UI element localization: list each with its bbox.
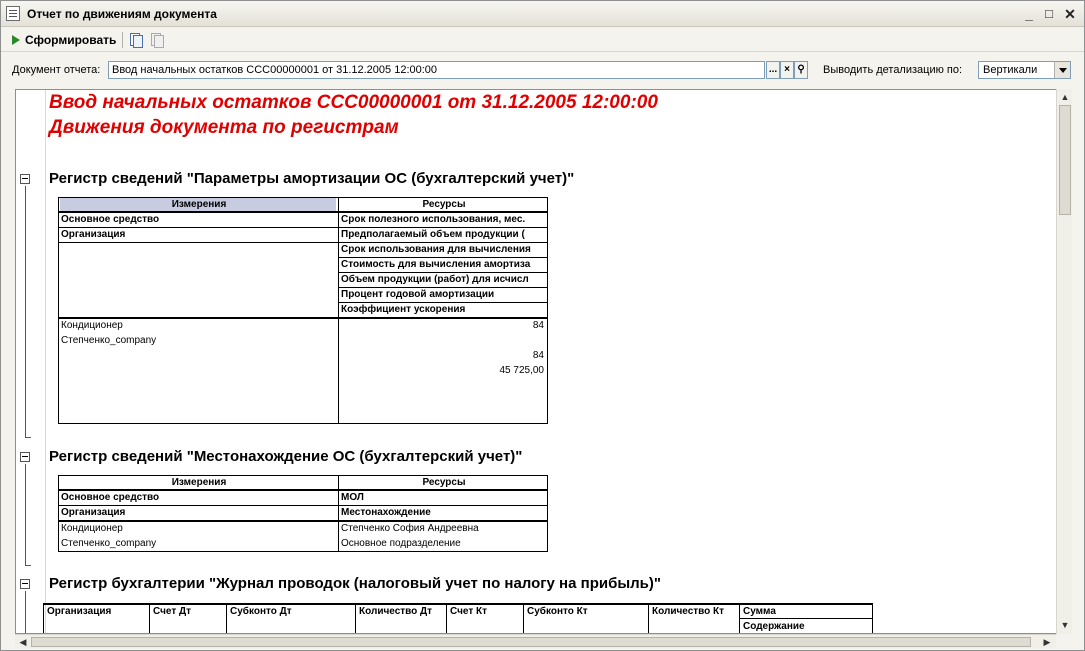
collapse-group-2-icon[interactable] xyxy=(20,452,30,462)
resource-value: Основное подразделение xyxy=(341,538,461,549)
toolbar-separator xyxy=(122,32,123,48)
search-icon: ⚲ xyxy=(797,64,805,75)
refresh-document-icon[interactable] xyxy=(128,32,144,48)
resource-label: Процент годовой амортизации xyxy=(341,289,495,300)
dim-value: Кондиционер xyxy=(61,523,123,534)
open-document-button[interactable]: ⚲ xyxy=(794,61,808,79)
section-1-title: Регистр сведений "Параметры амортизации … xyxy=(49,170,575,187)
column-header: Содержание xyxy=(743,621,805,632)
select-document-button[interactable]: ... xyxy=(766,61,780,79)
resource-label: Стоимость для вычисления амортиза xyxy=(341,259,531,270)
detail-select[interactable]: Вертикали xyxy=(978,61,1071,79)
grouping-gutter xyxy=(16,90,46,633)
dim-label: Организация xyxy=(61,507,126,518)
column-header: Субконто Кт xyxy=(527,606,588,617)
resource-label: МОЛ xyxy=(341,492,364,503)
report-area: Ввод начальных остатков ССС00000001 от 3… xyxy=(15,89,1072,634)
horizontal-scroll-thumb[interactable] xyxy=(31,637,1031,647)
collapse-group-1-icon[interactable] xyxy=(20,174,30,184)
detail-label: Выводить детализацию по: xyxy=(823,64,963,76)
window-title: Отчет по движениям документа xyxy=(27,7,217,21)
clear-document-button[interactable]: × xyxy=(780,61,794,79)
section-3-title: Регистр бухгалтерии "Журнал проводок (на… xyxy=(49,575,662,592)
column-header: Количество Кт xyxy=(652,606,725,617)
document-label: Документ отчета: xyxy=(12,64,101,76)
column-header: Субконто Дт xyxy=(230,606,292,617)
minimize-button[interactable]: _ xyxy=(1021,6,1037,22)
resource-value: 84 xyxy=(532,350,544,361)
report-title: Ввод начальных остатков ССС00000001 от 3… xyxy=(49,92,658,113)
resource-value: 84 xyxy=(532,320,544,331)
title-bar: Отчет по движениям документа _ □ ✕ xyxy=(1,1,1084,27)
column-header: Количество Дт xyxy=(359,606,433,617)
resource-label: Предполагаемый объем продукции ( xyxy=(341,229,525,240)
column-header: Сумма xyxy=(743,606,776,617)
column-header: Организация xyxy=(47,606,112,617)
resource-value: Степченко София Андреевна xyxy=(341,523,479,534)
dim-value: Степченко_company xyxy=(61,335,157,346)
dim-label: Основное средство xyxy=(61,492,160,503)
parameters-row: Документ отчета: Ввод начальных остатков… xyxy=(1,59,1084,81)
resource-label: Объем продукции (работ) для исчисл xyxy=(341,274,529,285)
scroll-left-icon[interactable]: ◀ xyxy=(16,635,30,649)
chevron-down-icon[interactable] xyxy=(1054,62,1070,78)
resource-label: Коэффициент ускорения xyxy=(341,304,466,315)
scroll-up-icon[interactable]: ▲ xyxy=(1058,90,1072,104)
vertical-scrollbar[interactable]: ▲ ▼ xyxy=(1056,89,1072,634)
resource-label: Срок полезного использования, мес. xyxy=(341,214,526,225)
vertical-scroll-thumb[interactable] xyxy=(1059,105,1071,215)
maximize-button[interactable]: □ xyxy=(1041,6,1057,22)
generate-report-button[interactable]: Сформировать xyxy=(7,31,120,49)
resource-label: Срок использования для вычисления xyxy=(341,244,531,255)
column-header: Счет Кт xyxy=(450,606,488,617)
dim-value: Степченко_company xyxy=(61,538,157,549)
collapse-group-3-icon[interactable] xyxy=(20,579,30,589)
copy-document-icon xyxy=(149,32,165,48)
horizontal-scrollbar[interactable]: ◀ ▶ xyxy=(15,634,1056,648)
detail-select-value: Вертикали xyxy=(983,64,1038,76)
dim-label: Основное средство xyxy=(61,214,160,225)
scroll-down-icon[interactable]: ▼ xyxy=(1058,618,1072,632)
dims-header: Измерения xyxy=(60,198,336,211)
dim-label: Организация xyxy=(61,229,126,240)
report-window: Отчет по движениям документа _ □ ✕ Сформ… xyxy=(0,0,1085,651)
resources-header: Ресурсы xyxy=(340,198,546,211)
scroll-right-icon[interactable]: ▶ xyxy=(1040,635,1054,649)
column-header: Счет Дт xyxy=(153,606,192,617)
report-subtitle: Движения документа по регистрам xyxy=(49,117,399,138)
dim-value: Кондиционер xyxy=(61,320,123,331)
section-2-title: Регистр сведений "Местонахождение ОС (бу… xyxy=(49,448,523,465)
dims-header: Измерения xyxy=(60,476,336,489)
resource-label: Местонахождение xyxy=(341,507,431,518)
toolbar: Сформировать xyxy=(1,28,1084,52)
document-field[interactable]: Ввод начальных остатков ССС00000001 от 3… xyxy=(108,61,765,79)
resource-value: 45 725,00 xyxy=(499,365,545,376)
close-button[interactable]: ✕ xyxy=(1062,6,1078,22)
resources-header: Ресурсы xyxy=(340,476,546,489)
report-document-icon xyxy=(6,6,20,21)
